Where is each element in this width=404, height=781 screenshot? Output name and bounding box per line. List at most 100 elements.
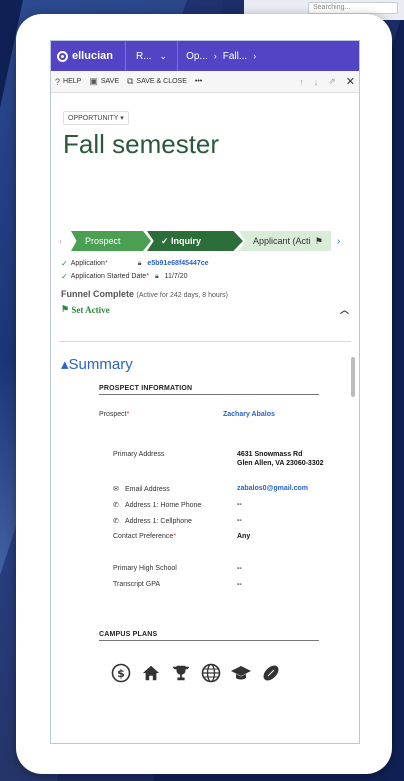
stage-label: Applicant (Acti <box>253 236 311 246</box>
save-close-label: SAVE & CLOSE <box>136 78 187 85</box>
cellphone-label: ✆ Address 1: Cellphone <box>113 517 192 525</box>
prospect-label-text: Prospect <box>99 411 127 418</box>
contact-pref-label: Contact Preference* <box>113 533 176 540</box>
football-icon[interactable] <box>261 663 281 683</box>
stage-fields: ✓ Application * 🔒︎ e5b91e68f45447ce ✓ App… <box>61 257 349 316</box>
prospect-label: Prospect* <box>99 411 129 418</box>
application-label: Application <box>70 260 105 267</box>
phone-icon: ✆ <box>113 518 119 525</box>
breadcrumb-record[interactable]: Fall... <box>223 51 247 62</box>
command-bar-right: ↑ ↓ ⇗ ✕ <box>299 75 355 88</box>
section-divider <box>59 341 351 342</box>
chevron-right-icon[interactable]: › <box>253 51 256 61</box>
chevron-right-icon: › <box>213 51 217 61</box>
trophy-icon[interactable] <box>171 663 191 683</box>
prospect-link[interactable]: Zachary Abalos <box>223 411 275 418</box>
scrollbar-thumb[interactable] <box>351 357 355 397</box>
started-date-value: 11/7/20 <box>164 273 188 280</box>
started-date-row: ✓ Application Started Date * 🔒︎ 11/7/20 <box>61 270 349 283</box>
arrow-up-icon[interactable]: ↑ <box>299 77 304 87</box>
ellucian-logo-icon <box>57 50 68 62</box>
svg-text:$: $ <box>117 667 125 680</box>
pop-out-icon[interactable]: ⇗ <box>328 76 336 87</box>
email-icon: ✉ <box>113 486 119 493</box>
cellphone-value: -- <box>237 517 242 524</box>
stage-label: Inquiry <box>171 236 202 246</box>
more-button[interactable]: ••• <box>195 78 202 85</box>
lock-icon: 🔒︎ <box>154 272 159 280</box>
home-icon[interactable] <box>141 663 161 683</box>
home-phone-label-text: Address 1: Home Phone <box>125 502 202 509</box>
checkmark-icon: ✓ <box>61 259 68 268</box>
required-asterisk: * <box>146 273 149 280</box>
funnel-status: Funnel Complete (Active for 242 days, 8 … <box>61 289 349 299</box>
stage-label: Prospect <box>85 236 121 246</box>
application-link[interactable]: e5b91e68f45447ce <box>147 260 208 267</box>
save-label: SAVE <box>100 78 119 85</box>
prospect-info-header: PROSPECT INFORMATION <box>99 385 319 395</box>
email-label-text: Email Address <box>125 486 170 493</box>
help-label: HELP <box>63 78 82 85</box>
funnel-detail: (Active for 242 days, 8 hours) <box>136 292 228 299</box>
set-active-button[interactable]: ⚑ Set Active ︿ <box>61 303 349 316</box>
summary-section: ▴Summary PROSPECT INFORMATION Prospect* … <box>51 355 359 743</box>
campus-plans-icons: $ <box>111 663 281 683</box>
app-screen: ellucian R... ⌄ Op... › Fall... › ? HELP… <box>50 40 360 744</box>
help-button[interactable]: ? HELP <box>55 77 81 87</box>
chevron-right-icon[interactable]: › <box>337 236 340 247</box>
chevron-up-icon[interactable]: ︿ <box>340 303 349 316</box>
nav-area-switcher[interactable]: R... ⌄ <box>126 41 179 71</box>
stage-applicant[interactable]: Applicant (Acti ⚑ <box>239 231 331 251</box>
home-phone-value: -- <box>237 501 242 508</box>
help-icon: ? <box>55 76 61 87</box>
checkmark-icon: ✓ <box>161 235 172 246</box>
required-asterisk: * <box>126 411 130 418</box>
process-stage-bar: ‹ Prospect ✓ Inquiry Applicant (Acti ⚑ › <box>59 231 351 251</box>
save-close-button[interactable]: ⧉ SAVE & CLOSE <box>127 76 187 87</box>
required-asterisk: * <box>104 260 108 267</box>
entity-selector[interactable]: OPPORTUNITY ▾ <box>63 111 129 125</box>
entity-label: OPPORTUNITY <box>68 115 119 122</box>
high-school-value: -- <box>237 565 242 572</box>
high-school-label: Primary High School <box>113 565 177 572</box>
contact-pref-value: Any <box>237 533 251 540</box>
more-label: ••• <box>194 78 203 85</box>
flag-icon: ⚑ <box>314 235 323 246</box>
chevron-left-icon[interactable]: ‹ <box>59 236 71 246</box>
breadcrumb: Op... › Fall... › <box>178 41 264 71</box>
email-label: ✉ Email Address <box>113 485 170 493</box>
flag-icon: ⚑ <box>61 304 72 314</box>
required-asterisk: * <box>173 533 177 540</box>
email-link[interactable]: zabalos0@gmail.com <box>237 485 308 492</box>
graduation-cap-icon[interactable] <box>231 663 251 683</box>
close-icon[interactable]: ✕ <box>346 75 355 88</box>
address-label: Primary Address <box>113 451 165 458</box>
stage-inquiry[interactable]: ✓ Inquiry <box>147 231 243 251</box>
top-nav: ellucian R... ⌄ Op... › Fall... › <box>51 41 359 71</box>
gpa-label: Transcript GPA <box>113 581 161 588</box>
globe-icon[interactable] <box>201 663 221 683</box>
set-active-label: Set Active <box>71 304 110 315</box>
phone-frame: ellucian R... ⌄ Op... › Fall... › ? HELP… <box>16 14 392 774</box>
cellphone-label-text: Address 1: Cellphone <box>125 518 192 525</box>
dollar-icon[interactable]: $ <box>111 663 131 683</box>
address-line1: 4631 Snowmass Rd <box>237 451 303 458</box>
record-header: OPPORTUNITY ▾ Fall semester <box>51 93 359 166</box>
home-phone-label: ✆ Address 1: Home Phone <box>113 501 201 509</box>
save-button[interactable]: ▣ SAVE <box>89 76 119 87</box>
chevron-down-icon: ⌄ <box>159 50 168 61</box>
brand-name: ellucian <box>72 50 113 62</box>
summary-header[interactable]: ▴Summary <box>51 355 359 373</box>
brand-logo[interactable]: ellucian <box>57 41 126 71</box>
application-row: ✓ Application * 🔒︎ e5b91e68f45447ce <box>61 257 349 270</box>
campus-plans-header: CAMPUS PLANS <box>99 631 319 641</box>
nav-area-label: R... <box>135 50 152 62</box>
background-search-pill: Searching... <box>308 2 398 14</box>
arrow-down-icon[interactable]: ↓ <box>314 77 319 87</box>
breadcrumb-opportunities[interactable]: Op... <box>186 51 208 62</box>
stage-prospect[interactable]: Prospect <box>71 231 151 251</box>
command-bar: ? HELP ▣ SAVE ⧉ SAVE & CLOSE ••• ↑ ↓ ⇗ ✕ <box>51 71 359 93</box>
lock-icon: 🔒︎ <box>137 259 142 267</box>
save-close-icon: ⧉ <box>126 76 134 86</box>
save-icon: ▣ <box>89 76 98 86</box>
